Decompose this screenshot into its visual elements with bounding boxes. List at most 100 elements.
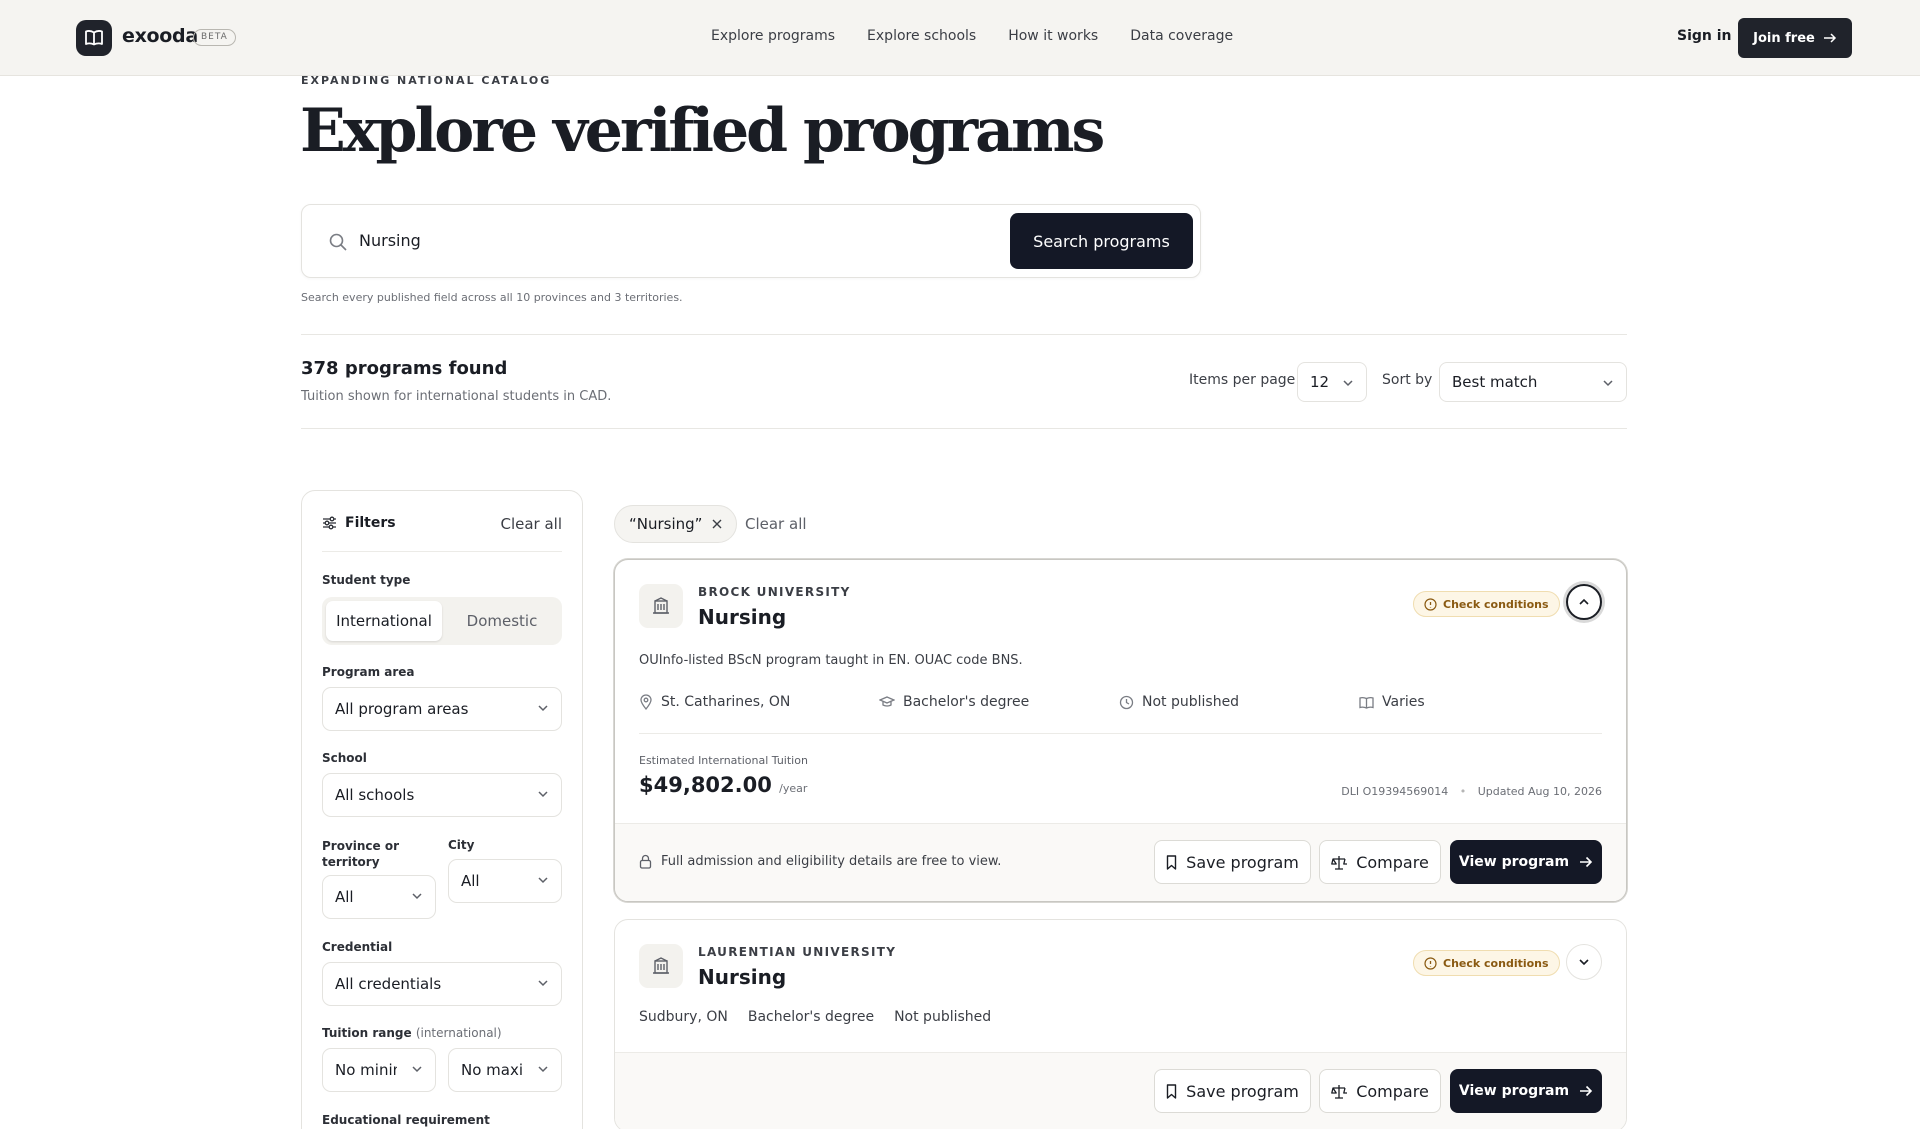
nav-link-how-it-works[interactable]: How it works	[1008, 28, 1098, 44]
expand-toggle[interactable]	[1566, 944, 1602, 980]
credential-select[interactable]: All credentials	[322, 962, 562, 1006]
close-icon[interactable]	[712, 519, 722, 529]
join-free-button[interactable]: Join free	[1738, 18, 1852, 58]
filters-clear-all[interactable]: Clear all	[500, 515, 562, 533]
program-meta: St. Catharines, ON Bachelor's degree Not…	[639, 694, 1599, 710]
graduation-cap-icon	[879, 696, 895, 707]
tuition-amount: $49,802.00	[639, 773, 772, 797]
card-footer: Save program Compare View program	[615, 1052, 1626, 1129]
tuition-min-select[interactable]: No minimum	[322, 1048, 436, 1092]
chevron-down-icon	[1579, 959, 1589, 966]
save-program-button[interactable]: Save program	[1154, 840, 1311, 884]
updated-date: Updated Aug 10, 2026	[1477, 785, 1602, 798]
page-title: Explore verified programs	[300, 96, 1105, 166]
arrow-right-icon	[1823, 33, 1836, 43]
university-name: LAURENTIAN UNIVERSITY	[698, 945, 897, 959]
nav-link-data-coverage[interactable]: Data coverage	[1130, 28, 1233, 44]
info-icon	[1424, 956, 1437, 970]
program-area-select[interactable]: All program areas	[322, 687, 562, 731]
active-filter-chip[interactable]: “Nursing”	[614, 505, 738, 543]
dot-separator: •	[1459, 785, 1467, 798]
clock-icon	[1119, 695, 1134, 709]
check-conditions-label: Check conditions	[1443, 956, 1549, 970]
sort-value: Best match	[1452, 373, 1538, 391]
school-value: All schools	[335, 786, 415, 804]
program-description: OUInfo-listed BScN program taught in EN.…	[639, 653, 1023, 668]
items-per-page-select[interactable]: 12	[1297, 362, 1367, 402]
search-icon	[329, 233, 347, 251]
hero-eyebrow: EXPANDING NATIONAL CATALOG	[301, 74, 552, 87]
view-program-button[interactable]: View program	[1450, 1069, 1602, 1113]
divider	[639, 733, 1602, 734]
location-text: St. Catharines, ON	[661, 694, 791, 710]
divider	[322, 551, 562, 552]
compare-button[interactable]: Compare	[1319, 1069, 1441, 1113]
program-meta: Sudbury, ON Bachelor's degree Not publis…	[639, 1009, 991, 1025]
search-hint: Search every published field across all …	[301, 291, 683, 304]
tuition-min-value: No minimum	[335, 1061, 397, 1079]
view-program-button[interactable]: View program	[1450, 840, 1602, 884]
items-per-page-value: 12	[1310, 373, 1330, 391]
program-name[interactable]: Nursing	[698, 605, 786, 629]
university-name: BROCK UNIVERSITY	[698, 585, 851, 599]
map-pin-icon	[640, 694, 652, 710]
save-program-button[interactable]: Save program	[1154, 1069, 1311, 1113]
program-area-label: Program area	[322, 665, 415, 679]
search-programs-button[interactable]: Search programs	[1010, 213, 1193, 269]
chips-clear-all[interactable]: Clear all	[745, 515, 807, 533]
chevron-down-icon	[538, 705, 548, 712]
sliders-icon	[323, 516, 336, 530]
brand-name[interactable]: exooda	[122, 25, 198, 47]
results-count: 378 programs found	[301, 358, 508, 379]
join-free-label: Join free	[1753, 30, 1815, 46]
meta-duration: Not published	[1119, 694, 1359, 710]
student-type-international[interactable]: International	[326, 601, 442, 641]
city-select[interactable]: All	[448, 859, 562, 903]
duration-text: Not published	[1142, 694, 1240, 710]
program-card[interactable]: LAURENTIAN UNIVERSITY Nursing Check cond…	[614, 919, 1627, 1129]
nav-link-explore-schools[interactable]: Explore schools	[867, 28, 976, 44]
building-icon	[639, 944, 683, 988]
chevron-up-icon	[1579, 598, 1589, 605]
tuition-unit: /year	[779, 782, 808, 795]
student-type-toggle: International Domestic	[322, 597, 562, 645]
school-select[interactable]: All schools	[322, 773, 562, 817]
program-name[interactable]: Nursing	[698, 965, 786, 989]
province-select[interactable]: All	[322, 875, 436, 919]
divider	[301, 334, 1627, 335]
collapse-toggle[interactable]	[1566, 584, 1602, 620]
dli-number: DLI O19394569014	[1341, 785, 1449, 798]
sort-select[interactable]: Best match	[1439, 362, 1627, 402]
chevron-down-icon	[412, 893, 422, 900]
chevron-down-icon	[412, 1066, 422, 1073]
scale-icon	[1331, 1084, 1348, 1099]
search-bar: Nursing Search programs	[301, 204, 1201, 278]
top-nav: exooda BETA Explore programs Explore sch…	[0, 0, 1920, 76]
view-program-label: View program	[1458, 1083, 1570, 1099]
arrow-right-icon	[1580, 856, 1593, 868]
search-input[interactable]: Nursing	[359, 231, 421, 250]
filters-title: Filters	[345, 515, 396, 531]
info-icon	[1424, 597, 1437, 611]
book-logo-icon[interactable]	[76, 20, 112, 56]
student-type-label: Student type	[322, 573, 411, 587]
chevron-down-icon	[538, 980, 548, 987]
scale-icon	[1331, 855, 1348, 870]
tuition-label: Estimated International Tuition	[639, 754, 808, 767]
nav-link-explore-programs[interactable]: Explore programs	[711, 28, 835, 44]
beta-badge: BETA	[193, 29, 236, 46]
school-label: School	[322, 751, 367, 765]
tuition-max-select[interactable]: No maximum	[448, 1048, 562, 1092]
tuition-range-label: Tuition range (international)	[322, 1026, 502, 1040]
compare-button[interactable]: Compare	[1319, 840, 1441, 884]
program-card[interactable]: BROCK UNIVERSITY Nursing Check condition…	[614, 559, 1627, 902]
credential-value: All credentials	[335, 975, 442, 993]
save-program-label: Save program	[1186, 852, 1299, 872]
nav-links: Explore programs Explore schools How it …	[711, 28, 1233, 44]
footer-note-text: Full admission and eligibility details a…	[661, 854, 1002, 869]
card-footer: Full admission and eligibility details a…	[615, 823, 1626, 901]
bookmark-icon	[1166, 854, 1177, 870]
student-type-domestic[interactable]: Domestic	[446, 601, 558, 641]
sign-in-link[interactable]: Sign in	[1677, 28, 1732, 44]
city-value: All	[461, 872, 480, 890]
